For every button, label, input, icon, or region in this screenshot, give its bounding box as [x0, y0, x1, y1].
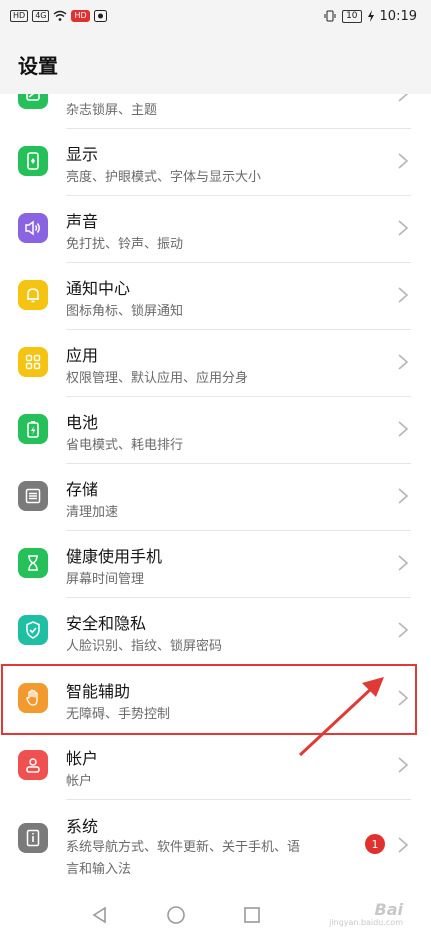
- settings-item-digital-balance[interactable]: 健康使用手机 屏幕时间管理: [0, 531, 431, 598]
- nav-bar: Bai jingyan.baidu.com: [0, 896, 431, 935]
- item-title: 通知中心: [66, 279, 131, 298]
- divider: [66, 799, 411, 800]
- header: 设置: [0, 32, 431, 94]
- watermark-logo: Bai: [374, 900, 403, 919]
- chevron-right-icon: [398, 488, 409, 504]
- theme-icon: [18, 94, 48, 109]
- item-subtitle: 清理加速: [66, 505, 119, 520]
- status-icons: HD 4G HD: [10, 10, 107, 22]
- item-subtitle: 省电模式、耗电排行: [66, 438, 184, 453]
- clock: 10:19: [379, 8, 417, 24]
- item-title: 存储: [66, 480, 99, 499]
- chevron-right-icon: [398, 421, 409, 437]
- item-subtitle: 杂志锁屏、主题: [66, 103, 158, 118]
- home-icon: [167, 906, 185, 924]
- settings-list[interactable]: 杂志锁屏、主题 显示 亮度、护眼模式、字体与显示大小 声音 免打扰、铃声、振动 …: [0, 94, 431, 896]
- battery-icon: [18, 414, 48, 444]
- item-subtitle: 帐户: [66, 774, 93, 789]
- chevron-right-icon: [398, 220, 409, 236]
- hd-icon: HD: [10, 10, 29, 22]
- update-badge: 1: [365, 834, 385, 854]
- chevron-right-icon: [398, 153, 409, 169]
- item-title: 帐户: [66, 749, 99, 768]
- item-title: 健康使用手机: [66, 547, 163, 566]
- signal-icon: 4G: [32, 10, 50, 22]
- vibrate-icon: [324, 10, 336, 22]
- home-button[interactable]: [164, 903, 188, 927]
- bell-icon: [18, 280, 48, 310]
- item-subtitle: 亮度、护眼模式、字体与显示大小: [66, 170, 262, 185]
- settings-item-apps[interactable]: 应用 权限管理、默认应用、应用分身: [0, 330, 431, 397]
- item-title: 应用: [66, 346, 99, 365]
- battery-level: 10: [342, 9, 362, 23]
- settings-item-sound[interactable]: 声音 免打扰、铃声、振动: [0, 196, 431, 263]
- item-title: 声音: [66, 212, 99, 231]
- back-icon: [92, 906, 106, 924]
- highlight-box: [1, 664, 417, 735]
- app-icon: [93, 10, 107, 22]
- item-title: 显示: [66, 145, 99, 164]
- apps-icon: [18, 347, 48, 377]
- chevron-right-icon: [398, 94, 409, 102]
- settings-item-display[interactable]: 显示 亮度、护眼模式、字体与显示大小: [0, 129, 431, 196]
- item-subtitle-line2: 言和输入法: [66, 862, 132, 877]
- item-subtitle: 免打扰、铃声、振动: [66, 237, 184, 252]
- item-subtitle: 图标角标、锁屏通知: [66, 304, 184, 319]
- item-title: 安全和隐私: [66, 614, 147, 633]
- sound-icon: [18, 213, 48, 243]
- recent-apps-button[interactable]: [240, 903, 264, 927]
- status-right: 10 10:19: [324, 9, 417, 24]
- settings-item-security[interactable]: 安全和隐私 人脸识别、指纹、锁屏密码: [0, 598, 431, 665]
- item-subtitle: 系统导航方式、软件更新、关于手机、语: [66, 840, 301, 855]
- page-title: 设置: [18, 54, 58, 78]
- back-button[interactable]: [88, 903, 112, 927]
- settings-item-theme[interactable]: 杂志锁屏、主题: [0, 94, 431, 129]
- chevron-right-icon: [398, 837, 409, 853]
- item-subtitle: 人脸识别、指纹、锁屏密码: [66, 639, 223, 654]
- watermark-url: jingyan.baidu.com: [329, 918, 403, 927]
- account-icon: [18, 750, 48, 780]
- settings-item-notification[interactable]: 通知中心 图标角标、锁屏通知: [0, 263, 431, 330]
- item-subtitle: 权限管理、默认应用、应用分身: [66, 371, 249, 386]
- display-icon: [18, 146, 48, 176]
- chevron-right-icon: [398, 622, 409, 638]
- chevron-right-icon: [398, 354, 409, 370]
- hourglass-icon: [18, 548, 48, 578]
- status-bar: HD 4G HD 10 10:19: [0, 0, 431, 32]
- item-subtitle: 屏幕时间管理: [66, 572, 145, 587]
- item-title: 电池: [66, 413, 99, 432]
- settings-item-accounts[interactable]: 帐户 帐户: [0, 733, 431, 800]
- settings-item-battery[interactable]: 电池 省电模式、耗电排行: [0, 397, 431, 464]
- settings-item-storage[interactable]: 存储 清理加速: [0, 464, 431, 531]
- charging-icon: [367, 10, 374, 22]
- storage-icon: [18, 481, 48, 511]
- chevron-right-icon: [398, 287, 409, 303]
- item-title: 系统: [66, 817, 99, 836]
- system-icon: [18, 823, 48, 853]
- chevron-right-icon: [398, 555, 409, 571]
- app-notification-icon: HD: [71, 10, 90, 22]
- wifi-icon: [54, 10, 67, 21]
- chevron-right-icon: [398, 757, 409, 773]
- recent-icon: [244, 907, 260, 923]
- settings-item-system[interactable]: 系统 系统导航方式、软件更新、关于手机、语 言和输入法 1: [0, 801, 431, 891]
- shield-icon: [18, 615, 48, 645]
